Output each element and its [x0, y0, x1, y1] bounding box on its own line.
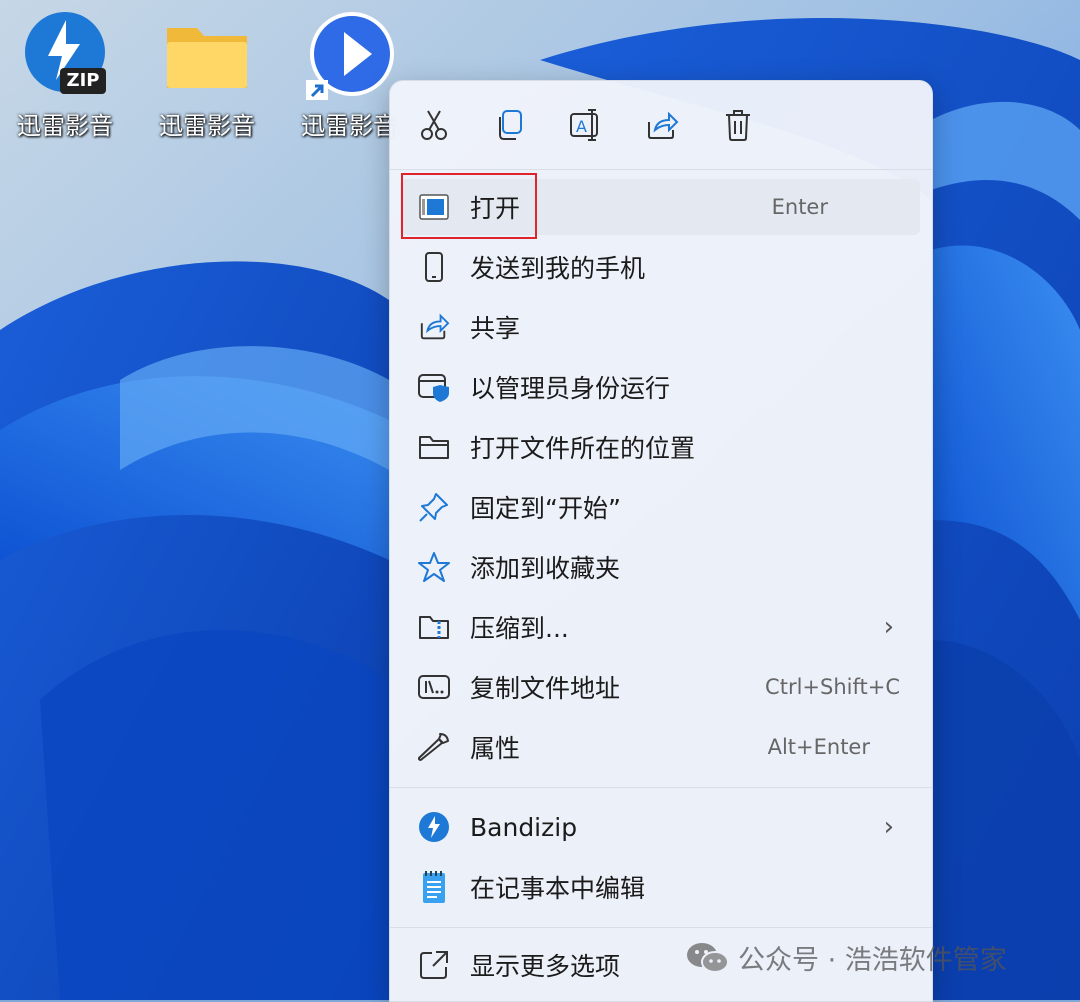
phone-icon [416, 249, 452, 285]
desktop-icon-zip[interactable]: ZIP 迅雷影音 [10, 10, 120, 141]
watermark-text: 公众号 · 浩浩软件管家 [738, 945, 1007, 976]
menu-item-add-to-favorites[interactable]: 添加到收藏夹 [400, 539, 920, 595]
menu-item-label: 发送到我的手机 [470, 254, 646, 283]
folder-outline-icon [416, 429, 452, 465]
menu-item-compress-to[interactable]: 压缩到... › [400, 599, 920, 655]
chevron-right-icon: › [883, 612, 894, 642]
menu-item-properties[interactable]: 属性 Alt+Enter [400, 719, 920, 775]
menu-item-send-to-phone[interactable]: 发送到我的手机 [400, 239, 920, 295]
menu-item-share[interactable]: 共享 [400, 299, 920, 355]
delete-icon [726, 110, 750, 141]
cut-button[interactable] [414, 105, 454, 145]
chevron-right-icon: › [883, 812, 894, 842]
cut-icon [421, 110, 447, 140]
separator [390, 169, 932, 170]
menu-item-label: 在记事本中编辑 [470, 874, 646, 903]
show-more-icon [416, 947, 452, 983]
zip-badge: ZIP [66, 70, 100, 91]
desktop-icon-shortcut[interactable]: 迅雷影音 [294, 10, 404, 141]
svg-text:A: A [576, 117, 587, 136]
desktop-icon-label: 迅雷影音 [17, 112, 113, 140]
menu-item-label: 属性 [470, 734, 521, 763]
highlight-box [401, 173, 537, 239]
desktop-icon-label: 迅雷影音 [159, 112, 255, 140]
copy-button[interactable] [490, 105, 530, 145]
folder-icon [162, 10, 252, 100]
menu-item-label: 复制文件地址 [470, 674, 621, 703]
bandizip-icon [416, 809, 452, 845]
menu-item-label: 固定到“开始” [470, 494, 621, 523]
desktop-icon-folder[interactable]: 迅雷影音 [152, 10, 262, 141]
menu-item-label: 显示更多选项 [470, 952, 621, 981]
share-button[interactable] [642, 105, 682, 145]
wechat-icon [687, 942, 729, 973]
menu-item-edit-in-notepad[interactable]: 在记事本中编辑 [400, 859, 920, 915]
menu-item-run-as-admin[interactable]: 以管理员身份运行 [400, 359, 920, 415]
menu-item-copy-path[interactable]: 复制文件地址 Ctrl+Shift+C [400, 659, 920, 715]
admin-shield-icon [416, 369, 452, 405]
menu-item-label: 打开文件所在的位置 [470, 434, 696, 463]
watermark: 公众号 · 浩浩软件管家 [686, 938, 1007, 977]
menu-item-pin-to-start[interactable]: 固定到“开始” [400, 479, 920, 535]
pin-icon [416, 489, 452, 525]
menu-item-open-file-location[interactable]: 打开文件所在的位置 [400, 419, 920, 475]
menu-item-label: 以管理员身份运行 [470, 374, 671, 403]
wrench-icon [416, 729, 452, 765]
menu-item-bandizip[interactable]: Bandizip › [400, 799, 920, 855]
copy-icon [499, 110, 522, 140]
menu-toolbar: A [390, 81, 932, 167]
menu-item-label: Bandizip [470, 812, 578, 842]
notepad-icon [416, 869, 452, 905]
menu-item-label: 压缩到... [470, 614, 569, 643]
share-icon [416, 309, 452, 345]
star-icon [416, 549, 452, 585]
zip-folder-icon [416, 609, 452, 645]
shortcut-text: Ctrl+Shift+C [765, 675, 900, 699]
bandizip-zip-icon: ZIP [20, 10, 110, 100]
menu-item-label: 共享 [470, 314, 521, 343]
separator [390, 927, 932, 928]
desktop-icon-label: 迅雷影音 [301, 112, 397, 140]
rename-button[interactable]: A [566, 105, 606, 145]
menu-item-label: 添加到收藏夹 [470, 554, 621, 583]
share-icon [648, 111, 679, 139]
rename-icon: A [570, 109, 598, 141]
shortcut-text: Alt+Enter [767, 735, 870, 759]
copy-path-icon [416, 669, 452, 705]
xunlei-player-shortcut-icon [304, 10, 394, 100]
delete-button[interactable] [718, 105, 758, 145]
separator [390, 787, 932, 788]
shortcut-text: Enter [771, 195, 828, 219]
